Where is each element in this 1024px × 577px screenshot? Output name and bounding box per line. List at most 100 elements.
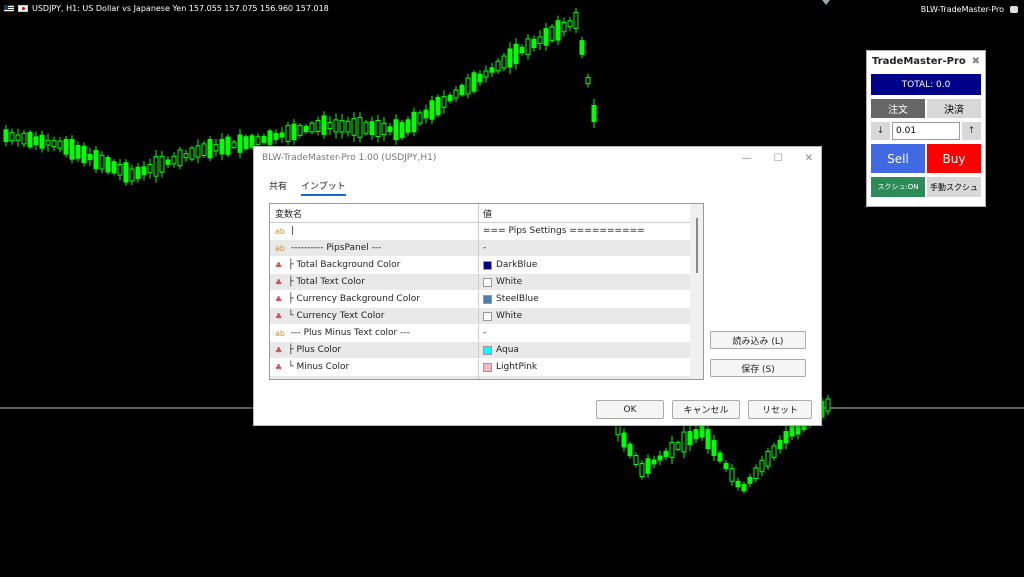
manual-squash-button[interactable]: 手動スクシュ bbox=[927, 177, 981, 197]
settle-tab-button[interactable]: 決済 bbox=[927, 99, 981, 118]
candle bbox=[303, 123, 309, 135]
column-header-value[interactable]: 値 bbox=[479, 204, 690, 222]
chart-symbol-header: USDJPY, H1: US Dollar vs Japanese Yen 15… bbox=[4, 4, 329, 13]
table-scrollbar[interactable] bbox=[690, 204, 703, 379]
variable-value: - bbox=[483, 379, 486, 380]
reset-button[interactable]: リセット bbox=[748, 400, 812, 419]
lot-decrease-button[interactable]: ↓ bbox=[871, 122, 890, 140]
row-value-cell[interactable]: Aqua bbox=[479, 342, 690, 358]
buy-button[interactable]: Buy bbox=[927, 144, 981, 173]
variable-name: └ Currency Text Color bbox=[288, 311, 385, 321]
candle bbox=[729, 464, 735, 486]
ea-status-icon bbox=[1010, 6, 1018, 13]
squash-on-toggle[interactable]: スクシュ:ON bbox=[871, 177, 925, 197]
candle bbox=[765, 447, 771, 470]
table-row[interactable]: ♣ ├ Total Background Color DarkBlue bbox=[270, 257, 690, 274]
candle bbox=[639, 460, 645, 480]
table-row[interactable]: ♣ └ Currency Text Color White bbox=[270, 308, 690, 325]
cancel-button[interactable]: キャンセル bbox=[672, 400, 740, 419]
candle bbox=[45, 133, 51, 152]
candle bbox=[363, 119, 369, 136]
variable-name: ├ Total Background Color bbox=[288, 260, 401, 270]
row-name-cell: ab --- Individual Pips Setting --- bbox=[270, 376, 479, 380]
table-row[interactable]: ♣ └ Minus Color LightPink bbox=[270, 359, 690, 376]
candle bbox=[63, 135, 69, 158]
table-row[interactable]: ab ---------- PipsPanel --- - bbox=[270, 240, 690, 257]
table-row[interactable]: ♣ ├ Total Text Color White bbox=[270, 274, 690, 291]
sell-button[interactable]: Sell bbox=[871, 144, 925, 173]
row-value-cell[interactable]: - bbox=[479, 240, 690, 256]
table-row[interactable]: ♣ ├ Currency Background Color SteelBlue bbox=[270, 291, 690, 308]
column-header-name[interactable]: 変数名 bbox=[270, 204, 479, 222]
chart-shift-arrow-icon[interactable] bbox=[822, 0, 830, 5]
tm-panel-header[interactable]: TradeMaster-Pro ✖ bbox=[867, 51, 985, 71]
color-type-icon: ♣ bbox=[275, 311, 283, 321]
tab-inputs[interactable]: インプット bbox=[301, 179, 346, 196]
candle bbox=[81, 142, 87, 167]
save-button[interactable]: 保存 (S) bbox=[710, 359, 806, 377]
candle bbox=[273, 129, 279, 144]
row-name-cell: ♣ ├ Total Text Color bbox=[270, 274, 479, 290]
row-value-cell[interactable]: SteelBlue bbox=[479, 291, 690, 307]
candle bbox=[633, 452, 639, 468]
candle bbox=[513, 38, 519, 70]
candle bbox=[3, 124, 9, 147]
table-row[interactable]: ab --- Individual Pips Setting --- - bbox=[270, 376, 690, 380]
candle bbox=[159, 151, 165, 178]
lot-increase-button[interactable]: ↑ bbox=[962, 122, 981, 140]
candle bbox=[129, 164, 135, 186]
candle bbox=[441, 90, 447, 114]
candle bbox=[183, 149, 189, 162]
candle bbox=[627, 441, 633, 459]
candle bbox=[327, 116, 333, 135]
candle bbox=[519, 44, 525, 56]
inputs-table[interactable]: 変数名 値 ab | === Pips Settings ========== ab -… bbox=[269, 203, 704, 380]
close-icon[interactable]: ✕ bbox=[805, 153, 813, 164]
expert-advisor-label[interactable]: BLW-TradeMaster-Pro bbox=[921, 5, 1004, 14]
row-name-cell: ab --- Plus Minus Text color --- bbox=[270, 325, 479, 341]
candle bbox=[69, 135, 75, 164]
candle bbox=[93, 146, 99, 173]
minimize-icon[interactable]: — bbox=[742, 153, 752, 164]
candle bbox=[309, 120, 315, 135]
candle bbox=[741, 481, 747, 494]
candle bbox=[267, 128, 273, 148]
maximize-icon[interactable]: ☐ bbox=[774, 153, 783, 164]
candle bbox=[285, 121, 291, 146]
candle bbox=[177, 146, 183, 170]
table-row[interactable]: ♣ ├ Plus Color Aqua bbox=[270, 342, 690, 359]
row-value-cell[interactable]: - bbox=[479, 325, 690, 341]
color-type-icon: ♣ bbox=[275, 294, 283, 304]
candle bbox=[9, 128, 15, 145]
candle bbox=[579, 36, 585, 59]
tab-common[interactable]: 共有 bbox=[269, 179, 287, 196]
variable-name: --- Individual Pips Setting --- bbox=[291, 379, 416, 380]
color-swatch bbox=[483, 311, 492, 321]
dialog-titlebar[interactable]: BLW-TradeMaster-Pro 1.00 (USDJPY,H1) — ☐… bbox=[254, 147, 821, 169]
total-display: TOTAL: 0.0 bbox=[871, 74, 981, 95]
row-value-cell[interactable]: White bbox=[479, 274, 690, 290]
candle bbox=[675, 440, 681, 452]
row-value-cell[interactable]: LightPink bbox=[479, 359, 690, 375]
candle bbox=[15, 128, 21, 147]
close-icon[interactable]: ✖ bbox=[972, 56, 980, 67]
row-name-cell: ♣ ├ Total Background Color bbox=[270, 257, 479, 273]
ok-button[interactable]: OK bbox=[596, 400, 664, 419]
row-value-cell[interactable]: === Pips Settings ========== bbox=[479, 223, 690, 239]
scrollbar-thumb[interactable] bbox=[696, 218, 698, 273]
candle bbox=[117, 159, 123, 181]
candle bbox=[423, 104, 429, 124]
variable-name: ---------- PipsPanel --- bbox=[290, 243, 382, 253]
candle bbox=[321, 111, 327, 140]
candle bbox=[105, 154, 111, 175]
row-value-cell[interactable]: DarkBlue bbox=[479, 257, 690, 273]
lot-size-input[interactable]: 0.01 bbox=[892, 122, 960, 140]
row-value-cell[interactable]: - bbox=[479, 376, 690, 380]
table-row[interactable]: ab | === Pips Settings ========== bbox=[270, 223, 690, 240]
load-button[interactable]: 読み込み (L) bbox=[710, 331, 806, 349]
candle bbox=[825, 394, 831, 416]
order-tab-button[interactable]: 注文 bbox=[871, 99, 925, 118]
row-value-cell[interactable]: White bbox=[479, 308, 690, 324]
candle bbox=[141, 161, 147, 181]
table-row[interactable]: ab --- Plus Minus Text color --- - bbox=[270, 325, 690, 342]
